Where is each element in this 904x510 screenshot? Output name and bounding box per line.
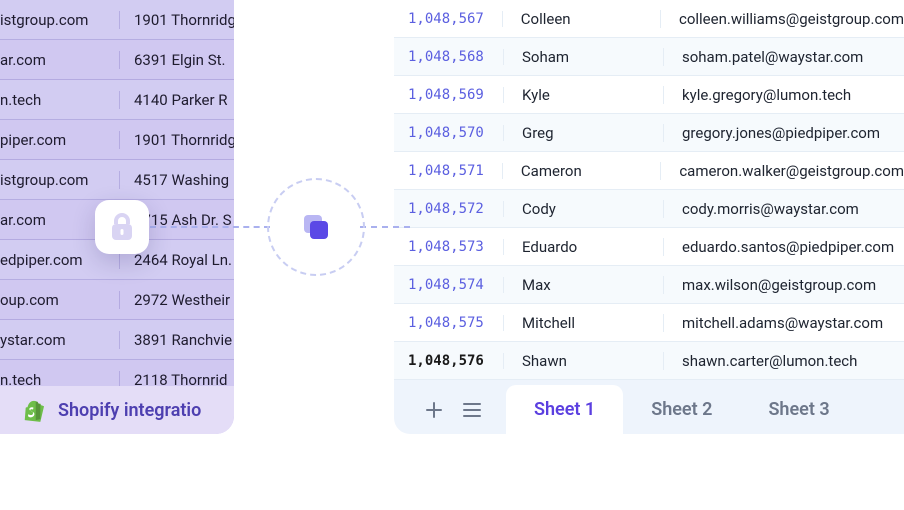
source-email-cell: oup.com (0, 291, 120, 309)
source-email-cell: istgroup.com (0, 171, 120, 189)
source-row[interactable]: istgroup.com4517 Washing (0, 160, 234, 200)
spreadsheet-row[interactable]: 1,048,569Kylekyle.gregory@lumon.tech (394, 76, 904, 114)
source-email-cell: piper.com (0, 131, 120, 149)
source-email-cell: ar.com (0, 51, 120, 69)
source-row[interactable]: n.tech4140 Parker R (0, 80, 234, 120)
row-name-cell: Soham (504, 48, 664, 66)
shopify-icon (22, 398, 44, 422)
row-email-cell: cody.morris@waystar.com (664, 200, 904, 218)
row-name-cell: Eduardo (504, 238, 664, 256)
row-email-cell: eduardo.santos@piedpiper.com (664, 238, 904, 256)
menu-icon[interactable] (462, 401, 482, 419)
spreadsheet-row[interactable]: 1,048,573Eduardoeduardo.santos@piedpiper… (394, 228, 904, 266)
shopify-integration-label: Shopify integratio (58, 400, 201, 421)
source-address-cell: 4140 Parker R (120, 91, 234, 109)
spreadsheet-row[interactable]: 1,048,567Colleencolleen.williams@geistgr… (394, 0, 904, 38)
lock-icon (109, 212, 135, 242)
sheet-tab[interactable]: Sheet 1 (506, 385, 623, 434)
row-name-cell: Mitchell (504, 314, 664, 332)
lock-badge (95, 200, 149, 254)
spreadsheet-row[interactable]: 1,048,575Mitchellmitchell.adams@waystar.… (394, 304, 904, 342)
row-id-cell: 1,048,572 (394, 201, 504, 217)
row-email-cell: colleen.williams@geistgroup.com (661, 10, 904, 28)
row-email-cell: cameron.walker@geistgroup.com (661, 162, 904, 180)
source-row[interactable]: oup.com2972 Westheir (0, 280, 234, 320)
source-address-cell: 4517 Washing (120, 171, 234, 189)
source-email-cell: ystar.com (0, 331, 120, 349)
row-name-cell: Colleen (503, 10, 661, 28)
sheet-tab[interactable]: Sheet 2 (623, 385, 740, 434)
sheet-tab[interactable]: Sheet 3 (740, 385, 857, 434)
spreadsheet-panel: 1,048,567Colleencolleen.williams@geistgr… (394, 0, 904, 434)
copy-orb (275, 186, 357, 268)
source-address-cell: 3891 Ranchvie (120, 331, 234, 349)
row-email-cell: gregory.jones@piedpiper.com (664, 124, 904, 142)
source-address-cell: 1901 Thornridg (120, 11, 234, 29)
spreadsheet-row[interactable]: 1,048,574Maxmax.wilson@geistgroup.com (394, 266, 904, 304)
row-name-cell: Shawn (504, 352, 664, 370)
plus-icon[interactable] (424, 400, 444, 420)
source-row[interactable]: ar.com6391 Elgin St. (0, 40, 234, 80)
row-id-cell: 1,048,576 (394, 353, 504, 369)
row-email-cell: shawn.carter@lumon.tech (664, 352, 904, 370)
sheet-tools (394, 400, 506, 434)
source-email-cell: istgroup.com (0, 11, 120, 29)
connector-line-left (150, 226, 270, 228)
source-address-cell: 6391 Elgin St. (120, 51, 234, 69)
row-id-cell: 1,048,568 (394, 49, 504, 65)
spreadsheet-row[interactable]: 1,048,572Codycody.morris@waystar.com (394, 190, 904, 228)
row-id-cell: 1,048,570 (394, 125, 504, 141)
row-name-cell: Max (504, 276, 664, 294)
row-email-cell: mitchell.adams@waystar.com (664, 314, 904, 332)
row-name-cell: Cody (504, 200, 664, 218)
row-email-cell: soham.patel@waystar.com (664, 48, 904, 66)
spreadsheet-row[interactable]: 1,048,576Shawnshawn.carter@lumon.tech (394, 342, 904, 380)
row-id-cell: 1,048,573 (394, 239, 504, 255)
spreadsheet-row[interactable]: 1,048,570Greggregory.jones@piedpiper.com (394, 114, 904, 152)
row-id-cell: 1,048,575 (394, 315, 504, 331)
source-email-cell: edpiper.com (0, 251, 120, 269)
row-email-cell: kyle.gregory@lumon.tech (664, 86, 904, 104)
shopify-integration-footer[interactable]: Shopify integratio (0, 386, 234, 434)
connector-line-right (360, 226, 410, 228)
copy-icon (299, 210, 333, 244)
source-address-cell: 2972 Westheir (120, 291, 234, 309)
row-id-cell: 1,048,569 (394, 87, 504, 103)
source-email-cell: n.tech (0, 91, 120, 109)
spreadsheet-row[interactable]: 1,048,568Sohamsoham.patel@waystar.com (394, 38, 904, 76)
source-address-cell: 1901 Thornridg (120, 131, 234, 149)
row-name-cell: Kyle (504, 86, 664, 104)
spreadsheet-table: 1,048,567Colleencolleen.williams@geistgr… (394, 0, 904, 380)
source-row[interactable]: ystar.com3891 Ranchvie (0, 320, 234, 360)
sheet-tab-bar: Sheet 1Sheet 2Sheet 3 (394, 380, 904, 434)
row-id-cell: 1,048,567 (394, 11, 503, 27)
row-name-cell: Cameron (503, 162, 661, 180)
source-row[interactable]: istgroup.com1901 Thornridg (0, 0, 234, 40)
row-id-cell: 1,048,574 (394, 277, 504, 293)
spreadsheet-row[interactable]: 1,048,571Cameroncameron.walker@geistgrou… (394, 152, 904, 190)
row-email-cell: max.wilson@geistgroup.com (664, 276, 904, 294)
row-name-cell: Greg (504, 124, 664, 142)
row-id-cell: 1,048,571 (394, 163, 503, 179)
source-row[interactable]: piper.com1901 Thornridg (0, 120, 234, 160)
